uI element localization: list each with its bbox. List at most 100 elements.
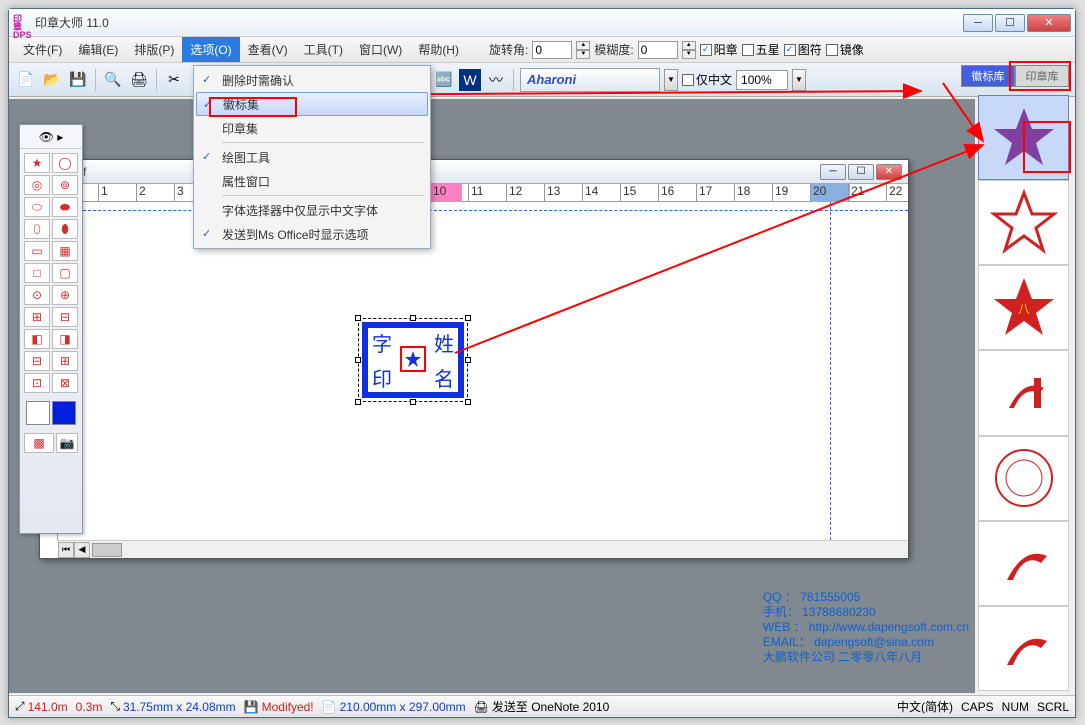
shape-ellipse-icon[interactable]: ⬬ xyxy=(52,197,78,217)
rotation-input[interactable] xyxy=(532,41,572,59)
camera-icon[interactable]: 📷 xyxy=(56,433,78,453)
shape-dot-icon[interactable]: ⊙ xyxy=(24,285,50,305)
check-yangzhang[interactable]: ✓ xyxy=(700,44,712,56)
scroll-thumb[interactable] xyxy=(92,543,122,557)
menu-tools[interactable]: 工具(T) xyxy=(296,37,351,62)
blur-input[interactable] xyxy=(638,41,678,59)
shape-tri-icon[interactable]: ◧ xyxy=(24,329,50,349)
check-yangzhang-label: 阳章 xyxy=(714,41,738,58)
tool-a-icon[interactable]: 🔤 xyxy=(433,69,455,91)
check-cn-only[interactable] xyxy=(682,74,694,86)
shape-circle-icon[interactable]: ◯ xyxy=(52,153,78,173)
emblem-item-national[interactable] xyxy=(978,436,1069,521)
check-icon: ✓ xyxy=(203,98,217,112)
scroll-left-icon[interactable]: ◀ xyxy=(74,542,90,558)
stamp-char-tl: 字 xyxy=(372,328,392,357)
tool-curve-icon[interactable]: 〰 xyxy=(485,69,507,91)
stamp-star-emblem[interactable] xyxy=(400,346,426,372)
dd-msoffice-options[interactable]: ✓发送到Ms Office时显示选项 xyxy=(196,222,428,246)
status-language: 中文(简体) xyxy=(897,698,953,715)
color-white[interactable] xyxy=(26,401,50,425)
shape-star-icon[interactable]: ★ xyxy=(24,153,50,173)
shape-split-icon[interactable]: ⊡ xyxy=(24,373,50,393)
emblem-item-star-outline[interactable] xyxy=(978,180,1069,265)
emblem-item-hammer-sickle-3[interactable] xyxy=(978,606,1069,691)
preview-icon[interactable]: 🔍 xyxy=(102,69,124,91)
rotation-down[interactable]: ▼ xyxy=(576,50,590,59)
check-wuxing[interactable] xyxy=(742,44,754,56)
menu-layout[interactable]: 排版(P) xyxy=(126,37,182,62)
pattern-icon[interactable]: ▩ xyxy=(24,433,54,453)
open-icon[interactable]: 📂 xyxy=(41,69,63,91)
cut-icon[interactable]: ✂ xyxy=(163,69,185,91)
font-select[interactable]: Aharoni xyxy=(520,68,660,92)
shape-oval2-icon[interactable]: ⬯ xyxy=(24,219,50,239)
menu-help[interactable]: 帮助(H) xyxy=(410,37,467,62)
new-icon[interactable]: 📄 xyxy=(15,69,37,91)
menu-options[interactable]: 选项(O) xyxy=(182,37,239,62)
color-blue[interactable] xyxy=(52,401,76,425)
check-icon: ✓ xyxy=(202,73,216,87)
font-dropdown-icon[interactable]: ▼ xyxy=(664,69,678,91)
shape-ring-icon[interactable]: ◎ xyxy=(24,175,50,195)
canvas[interactable]: 字 姓 印 名 xyxy=(58,202,908,540)
dd-cn-fonts-only[interactable]: 字体选择器中仅显示中文字体 xyxy=(196,198,428,222)
shape-square-icon[interactable]: □ xyxy=(24,263,50,283)
save-icon[interactable]: 💾 xyxy=(67,69,89,91)
check-tufu[interactable]: ✓ xyxy=(784,44,796,56)
save-icon: 💾 xyxy=(244,700,259,714)
dd-label: 字体选择器中仅显示中文字体 xyxy=(222,202,378,219)
size-icon: ⤡ xyxy=(110,699,120,714)
check-jingxiang[interactable] xyxy=(826,44,838,56)
menu-edit[interactable]: 编辑(E) xyxy=(70,37,126,62)
shape-target-icon[interactable]: ⊚ xyxy=(52,175,78,195)
dd-stamp-set[interactable]: 印章集 xyxy=(196,116,428,140)
dd-confirm-delete[interactable]: ✓删除时需确认 xyxy=(196,68,428,92)
shape-oval3-icon[interactable]: ⬮ xyxy=(52,219,78,239)
rotation-label: 旋转角: xyxy=(489,41,528,58)
scroll-first-icon[interactable]: ⏮ xyxy=(58,542,74,558)
shape-grid3-icon[interactable]: ⊟ xyxy=(52,307,78,327)
app-title: 印章大师 11.0 xyxy=(35,14,963,31)
tool-w-icon[interactable]: W xyxy=(459,69,481,91)
dd-drawing-tools[interactable]: ✓绘图工具 xyxy=(196,145,428,169)
zoom-dropdown-icon[interactable]: ▼ xyxy=(792,69,806,91)
doc-maximize-button[interactable]: ☐ xyxy=(848,164,874,180)
shape-oval-icon[interactable]: ⬭ xyxy=(24,197,50,217)
shape-half-icon[interactable]: ⊟ xyxy=(24,351,50,371)
minimize-button[interactable]: ─ xyxy=(963,14,993,32)
shape-grid2-icon[interactable]: ⊞ xyxy=(24,307,50,327)
doc-minimize-button[interactable]: ─ xyxy=(820,164,846,180)
blur-down[interactable]: ▼ xyxy=(682,50,696,59)
dd-emblem-set[interactable]: ✓徽标集 xyxy=(196,92,428,116)
horizontal-ruler[interactable]: 0 1 2 3 10 11 12 13 14 15 16 17 18 19 20… xyxy=(40,184,908,202)
doc-close-button[interactable]: ✕ xyxy=(876,164,902,180)
rotation-up[interactable]: ▲ xyxy=(576,41,590,50)
emblem-item-hammer-sickle-1[interactable] xyxy=(978,350,1069,435)
close-button[interactable]: ✕ xyxy=(1027,14,1071,32)
stamp-object[interactable]: 字 姓 印 名 xyxy=(358,318,468,402)
shape-rect-icon[interactable]: ▭ xyxy=(24,241,50,261)
menu-window[interactable]: 窗口(W) xyxy=(351,37,410,62)
shape-cross-icon[interactable]: ⊕ xyxy=(52,285,78,305)
emblem-item-star-army[interactable]: 八 xyxy=(978,265,1069,350)
tool-palette[interactable]: 👁 ▸ ★◯ ◎⊚ ⬭⬬ ⬯⬮ ▭▦ □▢ ⊙⊕ ⊞⊟ ◧◨ ⊟⊞ ⊡⊠ ▩ 📷 xyxy=(19,124,83,534)
shape-half2-icon[interactable]: ⊞ xyxy=(52,351,78,371)
shape-split2-icon[interactable]: ⊠ xyxy=(52,373,78,393)
shape-tri2-icon[interactable]: ◨ xyxy=(52,329,78,349)
tab-emblem-library[interactable]: 徽标库 xyxy=(961,65,1015,87)
dd-property-window[interactable]: 属性窗口 xyxy=(196,169,428,193)
zoom-select[interactable]: 100% xyxy=(736,70,788,90)
print-icon[interactable]: 🖨 xyxy=(128,69,150,91)
shape-grid-icon[interactable]: ▦ xyxy=(52,241,78,261)
shape-box-icon[interactable]: ▢ xyxy=(52,263,78,283)
menu-file[interactable]: 文件(F) xyxy=(15,37,70,62)
doc-scrollbar-h[interactable]: ⏮ ◀ xyxy=(58,540,908,558)
blur-up[interactable]: ▲ xyxy=(682,41,696,50)
maximize-button[interactable]: ☐ xyxy=(995,14,1025,32)
emblem-item-hammer-sickle-2[interactable] xyxy=(978,521,1069,606)
emblem-item-star-filled[interactable] xyxy=(978,95,1069,180)
status-selection-size: 31.75mm x 24.08mm xyxy=(123,700,236,714)
menu-view[interactable]: 查看(V) xyxy=(240,37,296,62)
tab-stamp-library[interactable]: 印章库 xyxy=(1015,65,1069,87)
